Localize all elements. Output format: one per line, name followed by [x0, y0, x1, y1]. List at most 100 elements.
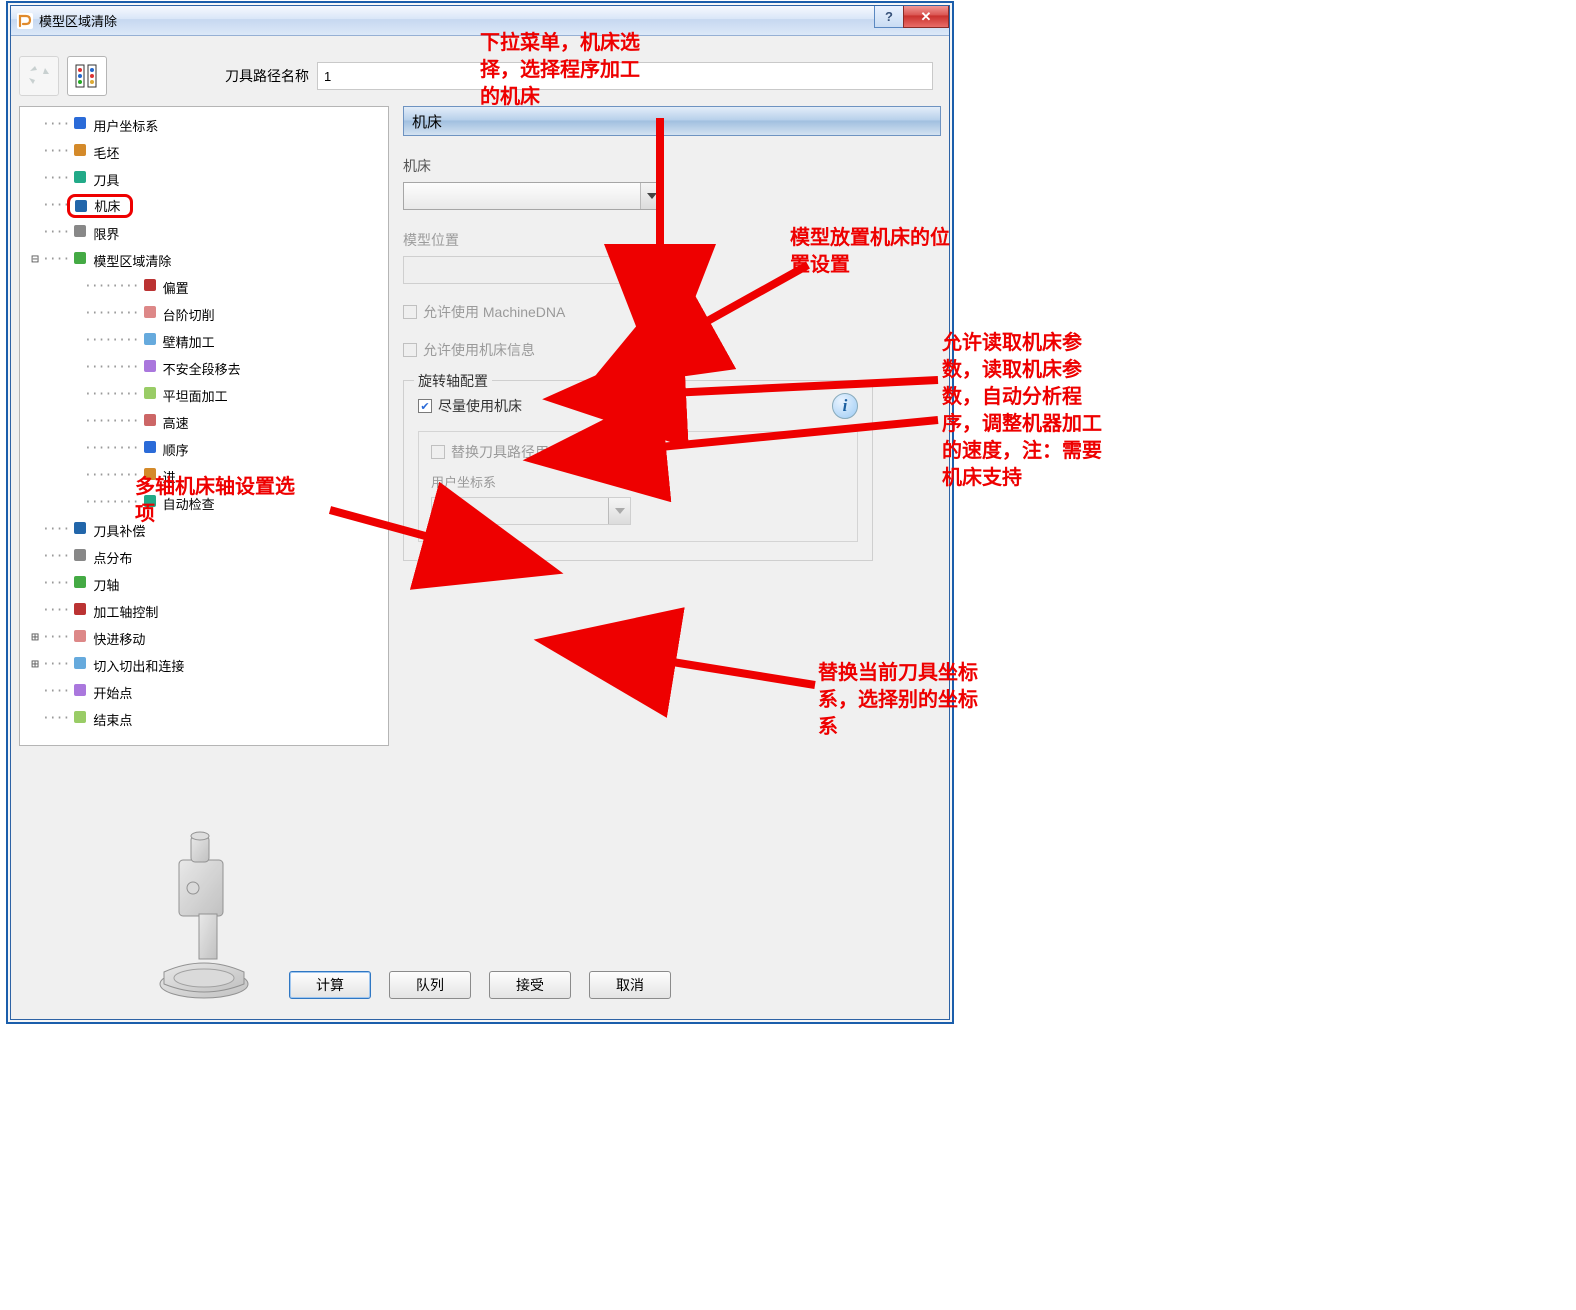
tree-node-label: 偏置 [163, 281, 189, 296]
tree-dots: ···· [42, 630, 69, 645]
tree-item[interactable]: ········ 偏置 [20, 273, 388, 300]
tree-node-icon [141, 438, 159, 456]
tree-node-icon [71, 519, 89, 537]
tree-item[interactable]: ········顺序 [20, 435, 388, 462]
tree-node-label: 切入切出和连接 [93, 659, 184, 674]
tree-dots: ········ [84, 387, 139, 402]
tree-item[interactable]: ········台阶切削 [20, 300, 388, 327]
tree-node-icon [71, 546, 89, 564]
tree-item[interactable]: ····开始点 [20, 678, 388, 705]
tree-item[interactable]: ····点分布 [20, 543, 388, 570]
tree-item[interactable]: ········ 壁精加工 [20, 327, 388, 354]
top-row: 刀具路径名称 [19, 46, 941, 106]
help-button[interactable]: ? [874, 6, 904, 28]
accept-button[interactable]: 接受 [489, 971, 571, 999]
replace-wcs-row[interactable]: 替换刀具路径用户坐标系 [431, 442, 845, 462]
cancel-button[interactable]: 取消 [589, 971, 671, 999]
tree-item[interactable]: ⊟····模型区域清除 [20, 246, 388, 273]
tree-node-icon [71, 114, 89, 132]
tree-item[interactable]: ⊞···· 切入切出和连接 [20, 651, 388, 678]
recycle-icon[interactable] [19, 56, 59, 96]
tree-dots: ········ [84, 333, 139, 348]
tree-expander-icon[interactable]: ⊞ [28, 630, 42, 645]
tree-item[interactable]: ········ 平坦面加工 [20, 381, 388, 408]
path-name-input[interactable] [317, 62, 933, 90]
tree-dots: ········ [84, 279, 139, 294]
model-pos-select[interactable] [403, 256, 663, 284]
tree-node-label: 结束点 [93, 713, 132, 728]
tree-item[interactable]: ····加工轴控制 [20, 597, 388, 624]
tree-node-icon [141, 492, 159, 510]
checkbox-icon [403, 343, 417, 357]
prefer-machine-row[interactable]: ✔ 尽量使用机床 [418, 396, 832, 416]
allow-machinedna-row[interactable]: 允许使用 MachineDNA [403, 302, 941, 322]
allow-machine-info-row[interactable]: 允许使用机床信息 [403, 340, 941, 360]
info-button[interactable]: i [832, 393, 858, 419]
tree-node-label: 用户坐标系 [93, 119, 158, 134]
tree-item[interactable]: ···· 机床 [20, 192, 388, 219]
chevron-down-icon [640, 183, 662, 209]
tree-node-icon [141, 303, 159, 321]
tree-node-label: 限界 [93, 227, 119, 242]
tree-dots: ···· [42, 198, 69, 213]
tree-node-label: 不安全段移去 [163, 362, 241, 377]
tree-item[interactable]: ···· 限界 [20, 219, 388, 246]
tree-item[interactable]: ···· 用户坐标系 [20, 111, 388, 138]
tree-node-icon [71, 249, 89, 267]
checkbox-checked-icon: ✔ [418, 399, 432, 413]
tree-node-label: 模型区域清除 [93, 254, 171, 269]
tree-item[interactable]: ····刀具补偿 [20, 516, 388, 543]
tree-item[interactable]: ········ 自动检查 [20, 489, 388, 516]
tree-expander-icon[interactable]: ⊞ [28, 657, 42, 672]
tree-item[interactable]: ····结束点 [20, 705, 388, 732]
tree-item[interactable]: ········不安全段移去 [20, 354, 388, 381]
path-name-label: 刀具路径名称 [225, 66, 309, 86]
tree-dots: ········ [84, 441, 139, 456]
tree-dots: ···· [42, 522, 69, 537]
tree-node-icon [141, 357, 159, 375]
tree-node-icon [72, 197, 90, 215]
tree-node-icon [71, 627, 89, 645]
replace-wcs-group: 替换刀具路径用户坐标系 用户坐标系 [418, 431, 858, 542]
user-wcs-select[interactable] [431, 497, 631, 525]
tree-node-label: 刀轴 [93, 578, 119, 593]
tree-item[interactable]: ········高速 [20, 408, 388, 435]
rotary-group-title: 旋转轴配置 [414, 371, 492, 391]
tree-node-icon [71, 168, 89, 186]
tree-dots: ········ [84, 495, 139, 510]
tree-node-label: 平坦面加工 [163, 389, 228, 404]
dialog-content: 刀具路径名称 ····用户坐标系····毛坯····刀具····机床····限界… [19, 46, 941, 1007]
close-button[interactable]: ✕ [903, 6, 949, 28]
dialog-window: 模型区域清除 ? ✕ 刀具路径名称 [10, 5, 950, 1020]
calculate-button[interactable]: 计算 [289, 971, 371, 999]
right-panel: 机床 机床 模型位置 [389, 106, 941, 957]
replace-wcs-label: 替换刀具路径用户坐标系 [451, 442, 605, 462]
tree-expander-icon[interactable]: ⊟ [28, 252, 42, 267]
tree-node-icon [71, 708, 89, 726]
annotation-3: 允许读取机床参数，读取机床参数，自动分析程序，调整机器加工的速度，注：需要机床支… [942, 330, 1102, 492]
tree-node-label: 机床 [94, 196, 120, 215]
queue-button[interactable]: 队列 [389, 971, 471, 999]
tree-node-label: 自动检查 [163, 497, 215, 512]
tree-node-label: 进 [163, 470, 176, 485]
strategy-icon[interactable] [67, 56, 107, 96]
allow-machinedna-label: 允许使用 MachineDNA [423, 302, 565, 322]
tree-node-label: 开始点 [93, 686, 132, 701]
tree-item[interactable]: ····毛坯 [20, 138, 388, 165]
machine-select[interactable] [403, 182, 663, 210]
window-title: 模型区域清除 [39, 11, 117, 30]
tree-dots: ···· [42, 171, 69, 186]
tree-dots: ···· [42, 549, 69, 564]
tree-node-icon [141, 384, 159, 402]
tree-item[interactable]: ····刀轴 [20, 570, 388, 597]
tree-dots: ···· [42, 657, 69, 672]
tree-node-icon [71, 600, 89, 618]
tree-item[interactable]: ····刀具 [20, 165, 388, 192]
tree-item[interactable]: ⊞····快进移动 [20, 624, 388, 651]
tree-dots: ···· [42, 225, 69, 240]
tree-node-label: 壁精加工 [163, 335, 215, 350]
tree-item[interactable]: ········进 [20, 462, 388, 489]
tree[interactable]: ····用户坐标系····毛坯····刀具····机床····限界⊟····模型… [20, 111, 388, 732]
tree-dots: ···· [42, 117, 69, 132]
tree-node-icon [141, 276, 159, 294]
